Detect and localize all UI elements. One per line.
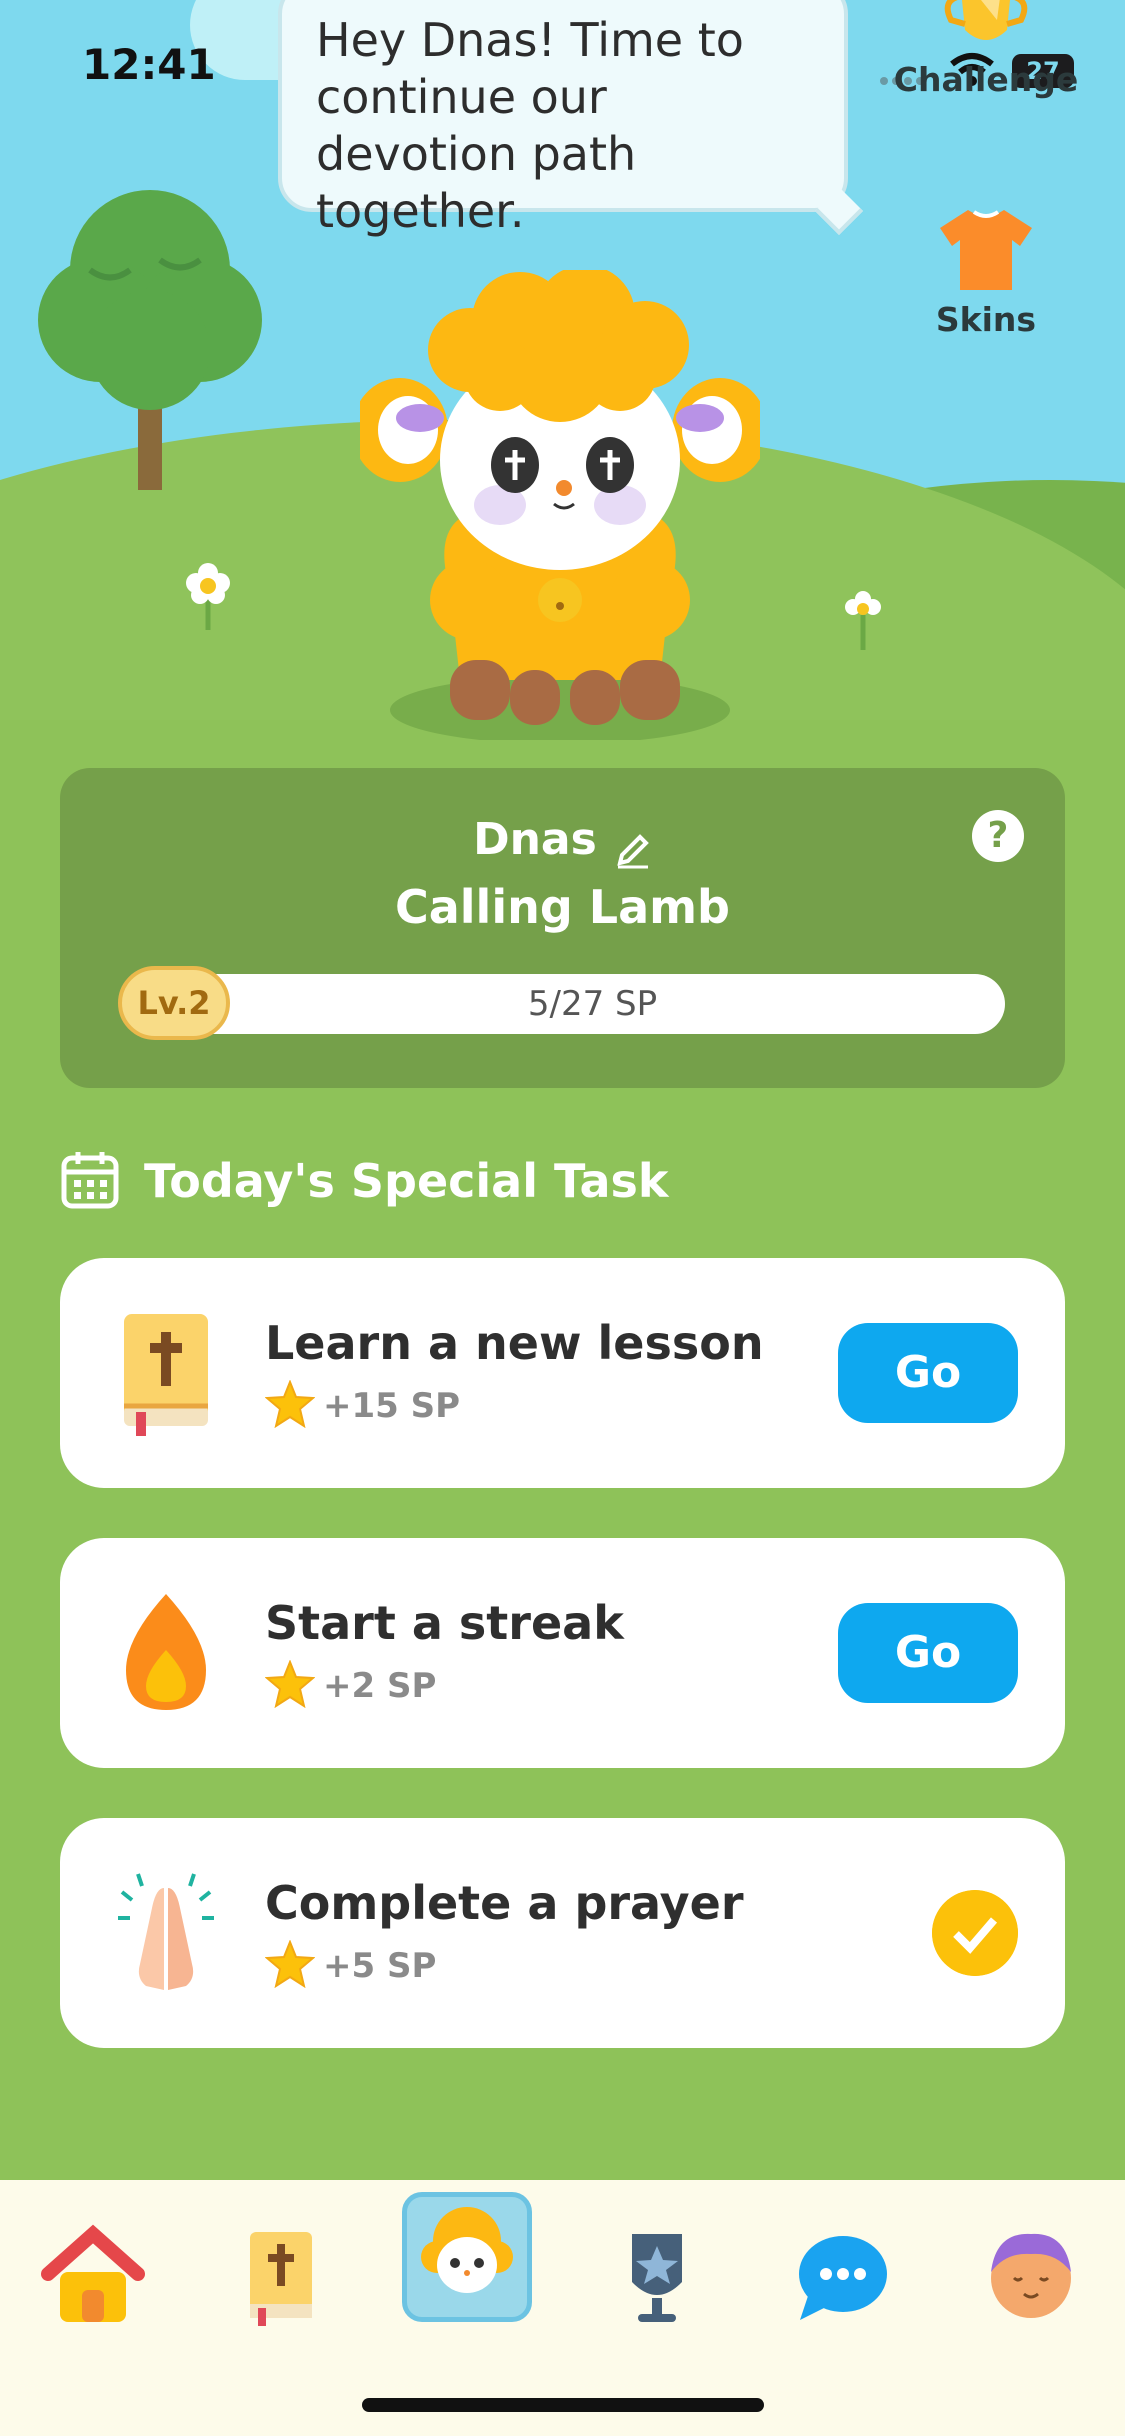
level-badge: Lv.2 [118, 966, 230, 1040]
star-icon [265, 1940, 315, 1988]
chat-icon [799, 2236, 887, 2320]
speech-bubble-text: Hey Dnas! Time to continue our devotion … [316, 13, 744, 238]
task-reward-text: +15 SP [323, 1386, 461, 1426]
task-reward-text: +2 SP [323, 1666, 437, 1706]
speech-bubble: Hey Dnas! Time to continue our devotion … [278, 0, 864, 238]
status-time: 12:41 [82, 40, 216, 89]
nav-bible[interactable] [216, 2212, 346, 2342]
task-card-prayer: Complete a prayer +5 SP [60, 1818, 1065, 2048]
pet-name-row: Dnas [60, 814, 1065, 869]
flower-left [186, 563, 230, 630]
go-button-lesson[interactable]: Go [838, 1323, 1018, 1423]
tshirt-icon [940, 210, 1032, 290]
star-icon [265, 1380, 315, 1428]
profile-avatar-icon [991, 2233, 1071, 2318]
trophy-badge-icon [632, 2234, 682, 2322]
task-card-streak: Start a streak +2 SP Go [60, 1538, 1065, 1768]
nav-chat[interactable] [778, 2212, 908, 2342]
pet-level-card: Dnas Calling Lamb ? 5/27 SP Lv.2 [60, 768, 1065, 1088]
section-title: Today's Special Task [144, 1154, 669, 1208]
nav-profile[interactable] [966, 2212, 1096, 2342]
sp-progress-bar: 5/27 SP [120, 974, 1005, 1034]
home-icon [41, 2224, 145, 2322]
pet-name: Dnas [473, 814, 597, 865]
edit-pencil-icon[interactable] [614, 831, 652, 869]
star-icon [265, 1660, 315, 1708]
tree-illustration [38, 190, 262, 490]
task-reward-text: +5 SP [323, 1946, 437, 1986]
bible-icon [124, 1314, 208, 1436]
help-question-icon[interactable]: ? [972, 810, 1024, 862]
flower-right [845, 591, 881, 650]
challenge-button[interactable]: Challenge [886, 0, 1086, 99]
lamb-icon [421, 2207, 513, 2293]
calendar-icon [61, 1152, 119, 1209]
home-indicator [362, 2398, 764, 2412]
task-title: Start a streak [265, 1596, 624, 1650]
task-card-lesson: Learn a new lesson +15 SP Go [60, 1258, 1065, 1488]
bible-icon [250, 2232, 312, 2326]
go-button-streak[interactable]: Go [838, 1603, 1018, 1703]
task-title: Learn a new lesson [265, 1316, 764, 1370]
pet-title: Calling Lamb [394, 880, 730, 934]
praying-hands-icon [118, 1873, 214, 1990]
task-title: Complete a prayer [265, 1876, 744, 1930]
nav-achievements[interactable] [592, 2212, 722, 2342]
sp-progress-text: 5/27 SP [527, 984, 658, 1024]
checkmark-completed-icon [932, 1890, 1018, 1976]
challenge-label: Challenge [893, 60, 1079, 99]
nav-lamb[interactable] [402, 2192, 532, 2322]
flame-icon [126, 1594, 206, 1710]
skins-label: Skins [935, 300, 1037, 339]
nav-home[interactable] [28, 2212, 158, 2342]
skins-button[interactable]: Skins [886, 206, 1086, 339]
lamb-mascot[interactable] [360, 270, 760, 740]
